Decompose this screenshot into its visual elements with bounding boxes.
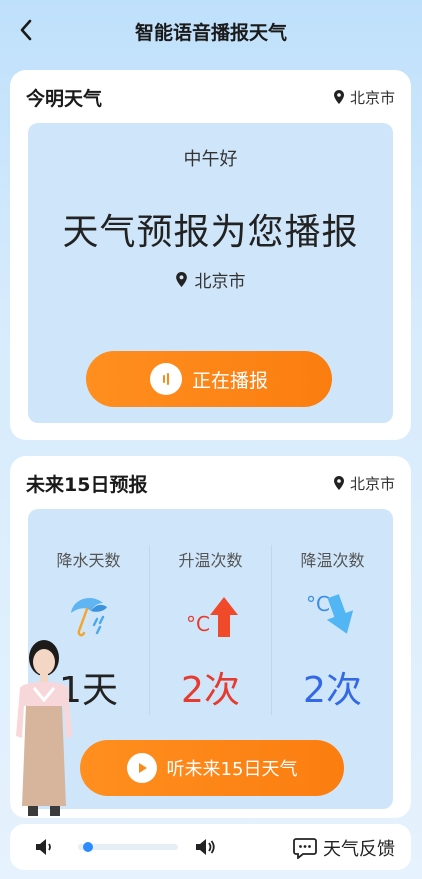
weather-feedback-button[interactable]: 天气反馈 [293,835,395,861]
card-title: 未来15日预报 [26,473,148,496]
location-pin-icon [333,476,344,490]
app-header: 智能语音播报天气 [0,0,422,62]
play-icon [126,753,157,783]
temperature-down-icon: °C [272,589,393,643]
location-label: 北京市 [349,88,395,107]
feedback-label: 天气反馈 [323,839,395,860]
page-title: 智能语音播报天气 [134,22,287,44]
svg-text:°C: °C [186,612,210,636]
location-selector[interactable]: 北京市 [333,87,395,108]
greeting-text: 中午好 [183,149,238,170]
listen-forecast-label: 听未来15日天气 [166,759,298,780]
headline-text: 天气预报为您播报 [62,212,359,253]
panel-location-label: 北京市 [194,272,246,292]
volume-up-button[interactable] [194,838,216,860]
today-weather-card: 今明天气 北京市 中午好 天气预报为您播报 北京市 正在播报 [10,70,411,440]
forecast-panel: 降水天数 1天 升温次数 °C 2次 降温次数 °C 2次 听未来15日天气 [28,509,393,809]
stat-value: 2次 [303,670,362,711]
speaker-low-icon [36,839,51,855]
panel-location: 北京市 [28,267,393,292]
playback-bar: 天气反馈 [10,824,411,870]
stat-value: 2次 [181,670,240,711]
audio-wave-icon [149,363,182,395]
stat-temp-fall: 降温次数 °C 2次 [271,545,393,715]
volume-down-button[interactable] [34,838,54,860]
stat-temp-rise: 升温次数 °C 2次 [149,545,271,715]
temperature-up-icon: °C [150,589,271,643]
location-pin-icon [175,272,187,287]
location-selector[interactable]: 北京市 [333,473,395,494]
listen-forecast-button[interactable]: 听未来15日天气 [80,740,344,796]
card-title: 今明天气 [26,87,103,110]
stat-label: 降水天数 [56,551,121,570]
svg-text:°C: °C [306,592,330,616]
volume-slider[interactable] [78,842,178,852]
speaker-high-icon [196,839,215,855]
stat-label: 降温次数 [300,551,365,570]
stat-label: 升温次数 [178,551,243,570]
virtual-presenter-avatar [16,640,72,816]
broadcasting-button[interactable]: 正在播报 [86,351,332,407]
forecast-stats: 降水天数 1天 升温次数 °C 2次 降温次数 °C 2次 [28,545,393,715]
location-label: 北京市 [349,474,395,493]
volume-slider-handle[interactable] [82,842,93,852]
broadcast-panel: 中午好 天气预报为您播报 北京市 正在播报 [28,123,393,423]
umbrella-rain-icon [28,589,149,643]
location-pin-icon [333,90,344,104]
chat-bubble-icon [293,838,317,859]
broadcasting-label: 正在播报 [191,369,268,392]
